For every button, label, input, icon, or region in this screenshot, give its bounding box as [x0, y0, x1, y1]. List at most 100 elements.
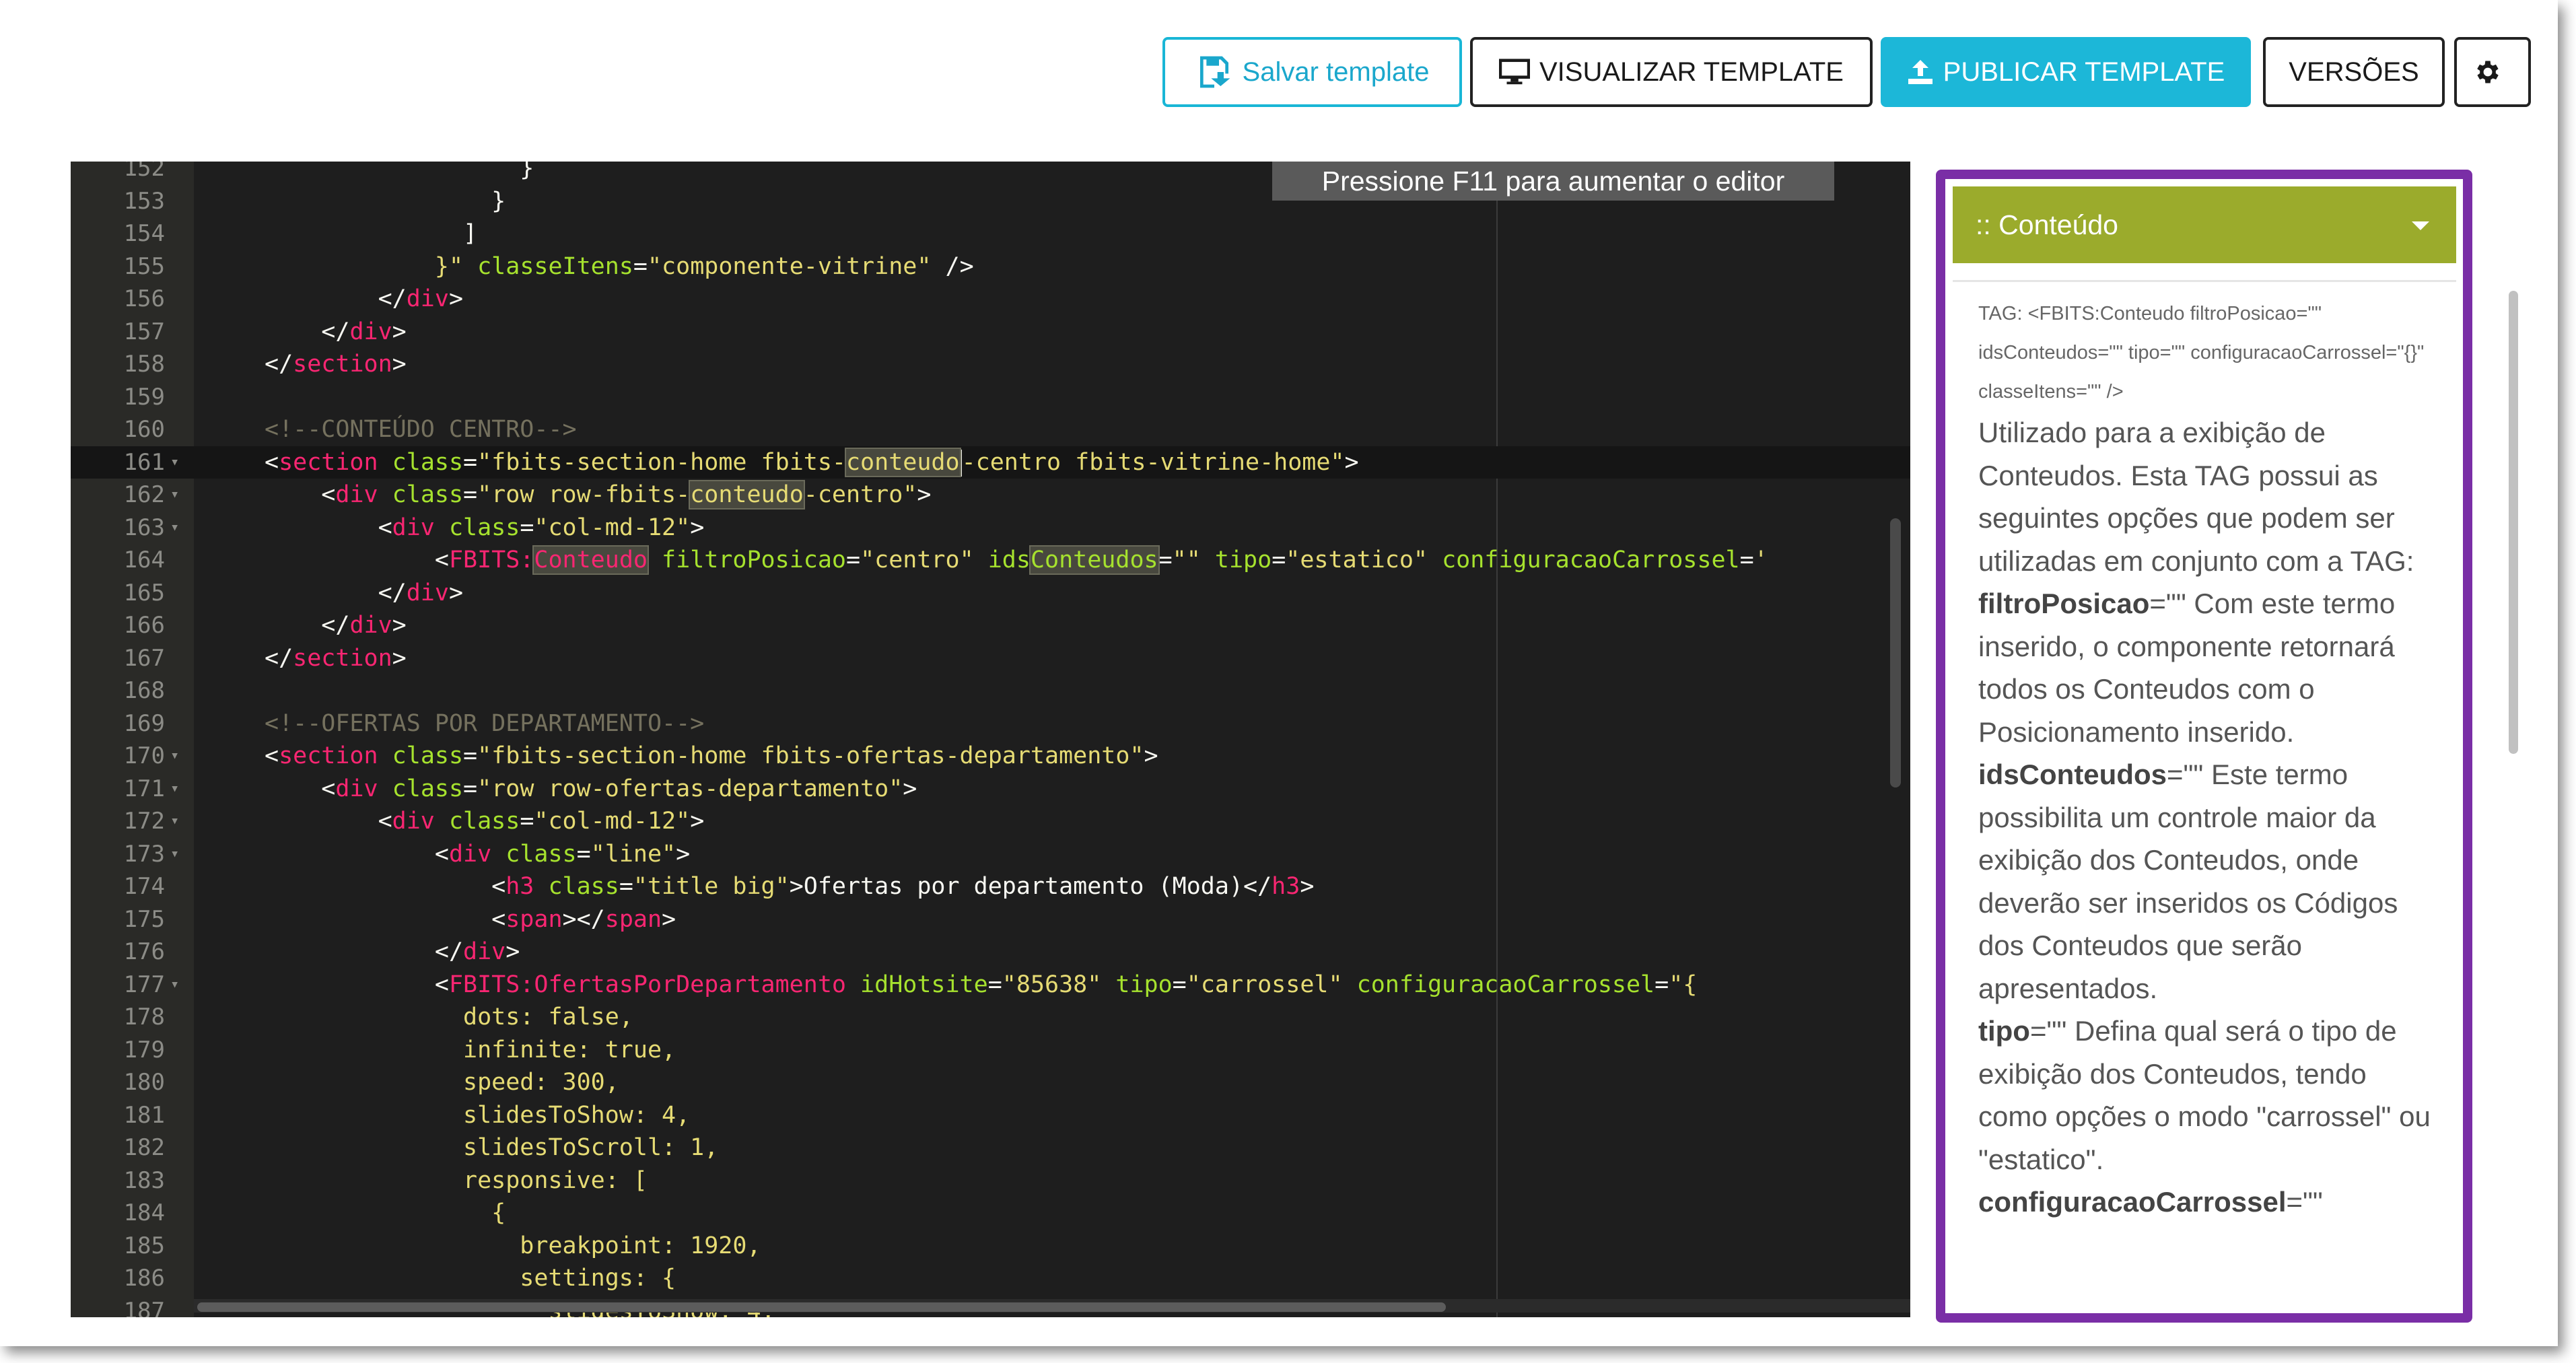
code-text: </div>	[321, 612, 407, 639]
param-name: configuracaoCarrossel	[1978, 1186, 2287, 1218]
code-text: }" classeItens="componente-vitrine" />	[434, 252, 974, 280]
code-line[interactable]: 185 breakpoint: 1920,	[71, 1230, 1910, 1263]
code-line[interactable]: 184 {	[71, 1197, 1910, 1230]
code-line[interactable]: 156 </div>	[71, 283, 1910, 316]
code-line[interactable]: 155 }" classeItens="componente-vitrine" …	[71, 250, 1910, 283]
line-number: 186	[123, 1265, 165, 1292]
line-number: 167	[123, 644, 165, 672]
publish-template-button[interactable]: PUBLICAR TEMPLATE	[1881, 37, 2251, 107]
code-line[interactable]: 162 ▾ <div class="row row-fbits-conteudo-…	[71, 479, 1910, 512]
code-line[interactable]: 157 </div>	[71, 316, 1910, 349]
param-eq: =""	[2286, 1186, 2323, 1218]
fold-toggle-icon[interactable]: ▾	[170, 969, 179, 1002]
code-line[interactable]: 169 <!--OFERTAS POR DEPARTAMENTO-->	[71, 707, 1910, 740]
preview-template-button[interactable]: VISUALIZAR TEMPLATE	[1470, 37, 1873, 107]
line-number: 178	[123, 1004, 165, 1030]
code-line[interactable]: 160 <!--CONTEÚDO CENTRO-->	[71, 413, 1910, 446]
upload-icon	[1908, 60, 1933, 84]
line-number: 176	[123, 938, 165, 965]
fold-toggle-icon[interactable]: ▾	[170, 446, 179, 479]
param-desc: Este termo possibilita um controle maior…	[1978, 759, 2398, 1004]
code-line[interactable]: 166 </div>	[71, 609, 1910, 642]
code-line[interactable]: 182 slidesToScroll: 1,	[71, 1131, 1910, 1164]
code-line[interactable]: 171 ▾ <div class="row row-ofertas-departa…	[71, 773, 1910, 806]
fold-toggle-icon[interactable]: ▾	[170, 740, 179, 773]
code-line[interactable]: 176 </div>	[71, 936, 1910, 969]
code-text: </section>	[265, 644, 407, 672]
code-line[interactable]: 180 speed: 300,	[71, 1066, 1910, 1099]
code-text: slidesToScroll: 1,	[463, 1134, 719, 1161]
panel-title: :: Conteúdo	[1976, 209, 2118, 240]
fold-toggle-icon[interactable]: ▾	[170, 773, 179, 806]
code-text: settings: {	[520, 1265, 676, 1292]
fold-toggle-icon[interactable]: ▾	[170, 512, 179, 545]
code-text: <section class="fbits-section-home fbits…	[265, 742, 1158, 769]
versions-button[interactable]: VERSÕES	[2263, 37, 2445, 107]
code-line[interactable]: 175 <span></span>	[71, 903, 1910, 936]
line-number: 154	[123, 220, 165, 247]
preview-template-label: VISUALIZAR TEMPLATE	[1539, 57, 1844, 87]
code-line[interactable]: 165 </div>	[71, 577, 1910, 610]
code-lines[interactable]: 152 } 153 } 154 ] 155 }" classeItens="compo…	[71, 162, 1910, 1317]
code-line[interactable]: 174 <h3 class="title big">Ofertas por de…	[71, 870, 1910, 903]
line-number: 163	[123, 514, 165, 541]
settings-button[interactable]	[2454, 37, 2531, 107]
code-text: speed: 300,	[463, 1069, 619, 1096]
code-line[interactable]: 186 settings: {	[71, 1262, 1910, 1295]
line-number: 168	[123, 677, 165, 704]
fold-toggle-icon[interactable]: ▾	[170, 479, 179, 512]
horizontal-scroll-thumb[interactable]	[197, 1302, 1446, 1312]
line-number: 174	[123, 873, 165, 900]
fullscreen-hint: Pressione F11 para aumentar o editor	[1272, 162, 1834, 201]
code-line[interactable]: 178 dots: false,	[71, 1001, 1910, 1034]
line-number: 161	[123, 448, 165, 476]
fold-toggle-icon[interactable]: ▾	[170, 805, 179, 838]
code-line[interactable]: 179 infinite: true,	[71, 1034, 1910, 1067]
panel-scrollbar[interactable]	[2509, 291, 2518, 754]
code-line[interactable]: 172 ▾ <div class="col-md-12">	[71, 805, 1910, 838]
code-line[interactable]: 161 ▾ <section class="fbits-section-home f…	[71, 446, 1910, 479]
code-line[interactable]: 173 ▾ <div class="line">	[71, 838, 1910, 871]
param-name: filtroPosicao	[1978, 588, 2150, 619]
code-text: infinite: true,	[463, 1036, 676, 1063]
save-template-button[interactable]: Salvar template	[1162, 37, 1462, 107]
code-line[interactable]: 154 ]	[71, 217, 1910, 250]
code-text: }	[520, 162, 534, 182]
code-line[interactable]: 164 <FBITS:Conteudo filtroPosicao="centr…	[71, 544, 1910, 577]
code-text: ]	[463, 220, 478, 247]
code-line[interactable]: 168	[71, 674, 1910, 707]
code-editor[interactable]: 152 } 153 } 154 ] 155 }" classeItens="compo…	[71, 162, 1910, 1317]
caret-down-icon[interactable]	[2412, 221, 2429, 230]
line-number: 162	[123, 481, 165, 508]
vertical-scroll-thumb[interactable]	[1890, 518, 1901, 788]
code-text: </section>	[265, 351, 407, 378]
code-line[interactable]: 167 </section>	[71, 642, 1910, 675]
code-line[interactable]: 177 ▾ <FBITS:OfertasPorDepartamento idHot…	[71, 969, 1910, 1002]
code-text: <div class="line">	[434, 840, 691, 868]
code-line[interactable]: 158 </section>	[71, 348, 1910, 381]
save-icon	[1199, 56, 1230, 88]
code-text: <FBITS:OfertasPorDepartamento idHotsite=…	[434, 971, 1698, 998]
panel-header[interactable]: :: Conteúdo	[1953, 186, 2456, 263]
line-number: 187	[123, 1297, 165, 1318]
code-line[interactable]: 181 slidesToShow: 4,	[71, 1099, 1910, 1132]
code-line[interactable]: 170 ▾ <section class="fbits-section-home f…	[71, 740, 1910, 773]
line-number: 156	[123, 285, 165, 312]
tag-help-panel: :: Conteúdo TAG: <FBITS:Conteudo filtroP…	[1936, 170, 2472, 1323]
fold-toggle-icon[interactable]: ▾	[170, 838, 179, 871]
line-number: 173	[123, 840, 165, 868]
code-text: }	[491, 187, 506, 215]
code-line[interactable]: 159	[71, 381, 1910, 414]
line-number: 155	[123, 252, 165, 280]
monitor-icon	[1499, 59, 1530, 85]
code-text: <h3 class="title big">Ofertas por depart…	[491, 873, 1315, 900]
param-eq: =""	[2167, 759, 2204, 790]
code-line[interactable]: 183 responsive: [	[71, 1164, 1910, 1197]
code-line[interactable]: 163 ▾ <div class="col-md-12">	[71, 512, 1910, 545]
line-number: 153	[123, 187, 165, 215]
code-text: <div class="col-md-12">	[378, 514, 705, 541]
code-text: <FBITS:Conteudo filtroPosicao="centro" i…	[434, 545, 1768, 575]
line-number: 170	[123, 742, 165, 769]
code-text: breakpoint: 1920,	[520, 1232, 761, 1259]
code-text: </div>	[378, 579, 464, 606]
